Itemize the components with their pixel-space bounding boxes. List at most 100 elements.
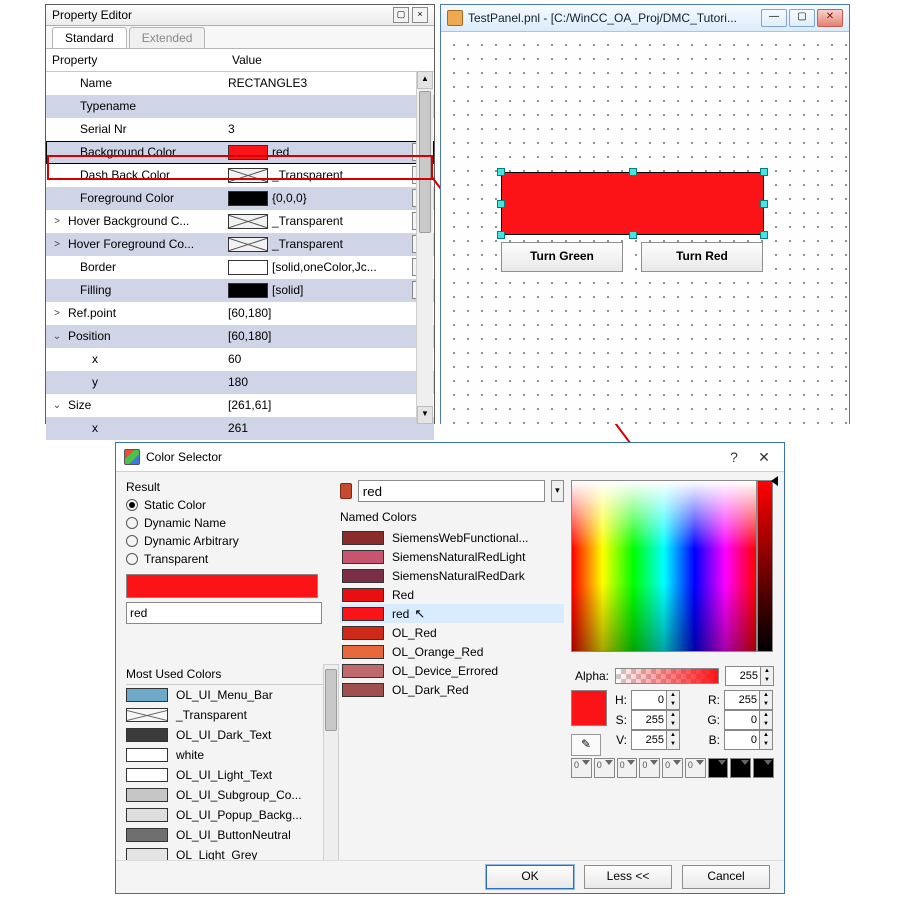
close-button[interactable]: ✕	[817, 9, 843, 27]
scroll-thumb[interactable]	[325, 669, 337, 731]
named-color-item[interactable]: SiemensNaturalRedLight	[340, 547, 564, 566]
most-used-scrollbar[interactable]	[323, 664, 339, 866]
named-color-item[interactable]: Red	[340, 585, 564, 604]
most-used-item[interactable]: OL_UI_ButtonNeutral	[126, 825, 326, 845]
resize-handle[interactable]	[629, 168, 637, 176]
property-row[interactable]: Dash Back Color_Transparent…	[46, 164, 434, 187]
named-color-item[interactable]: SiemensWebFunctional...	[340, 528, 564, 547]
named-color-item[interactable]: OL_Orange_Red	[340, 642, 564, 661]
result-name-input[interactable]	[126, 602, 322, 624]
most-used-item[interactable]: OL_UI_Popup_Backg...	[126, 805, 326, 825]
scroll-thumb[interactable]	[419, 91, 431, 233]
property-row[interactable]: ⌄Size[261,61]	[46, 394, 434, 417]
resize-handle[interactable]	[760, 168, 768, 176]
scroll-up-icon[interactable]: ▲	[417, 71, 433, 89]
eyedropper-button[interactable]: ✎	[571, 734, 601, 756]
named-color-item[interactable]: red↖	[340, 604, 564, 623]
turn-green-button[interactable]: Turn Green	[501, 242, 623, 272]
property-row[interactable]: Border[solid,oneColor,Jc...…	[46, 256, 434, 279]
property-value[interactable]: [solid]	[272, 283, 408, 297]
scroll-down-icon[interactable]: ▼	[417, 406, 433, 424]
resize-handle[interactable]	[497, 168, 505, 176]
property-row[interactable]: Filling[solid]…	[46, 279, 434, 302]
radio-static-color[interactable]: Static Color	[126, 498, 326, 512]
recent-slot[interactable]: 0	[639, 758, 660, 778]
resize-handle[interactable]	[497, 200, 505, 208]
property-editor-titlebar[interactable]: Property Editor ▢ ×	[46, 5, 434, 26]
alpha-input[interactable]	[725, 666, 761, 686]
property-value[interactable]: 180	[228, 375, 434, 389]
maximize-button[interactable]: ▢	[789, 9, 815, 27]
h-spinner[interactable]: ▲▼	[631, 690, 680, 710]
property-value[interactable]: RECTANGLE3	[228, 76, 434, 90]
recent-slot[interactable]	[730, 758, 751, 778]
recent-slot[interactable]: 0	[662, 758, 683, 778]
property-row[interactable]: NameRECTANGLE3	[46, 72, 434, 95]
resize-handle[interactable]	[760, 231, 768, 239]
property-value[interactable]: [solid,oneColor,Jc...	[272, 260, 408, 274]
property-scrollbar[interactable]: ▲ ▼	[416, 71, 433, 424]
color-spectrum[interactable]	[571, 480, 757, 652]
property-value[interactable]: [60,180]	[228, 306, 434, 320]
test-panel-titlebar[interactable]: TestPanel.pnl - [C:/WinCC_OA_Proj/DMC_Tu…	[441, 5, 849, 32]
column-property[interactable]: Property	[46, 53, 226, 67]
g-spinner[interactable]: ▲▼	[724, 710, 773, 730]
resize-handle[interactable]	[760, 200, 768, 208]
tab-extended[interactable]: Extended	[129, 27, 206, 48]
s-spinner[interactable]: ▲▼	[631, 710, 680, 730]
close-button[interactable]: ✕	[752, 449, 776, 466]
rectangle-shape[interactable]	[501, 172, 764, 235]
undock-icon[interactable]: ▢	[393, 7, 409, 23]
close-icon[interactable]: ×	[412, 7, 428, 23]
cancel-button[interactable]: Cancel	[682, 865, 770, 889]
property-value[interactable]: red	[272, 145, 408, 159]
property-value[interactable]: 60	[228, 352, 434, 366]
search-dropdown-button[interactable]: ▾	[551, 480, 564, 502]
property-value[interactable]: {0,0,0}	[272, 191, 408, 205]
color-selector-titlebar[interactable]: Color Selector ? ✕	[116, 443, 784, 472]
recent-slot[interactable]: 0	[571, 758, 592, 778]
most-used-item[interactable]: OL_UI_Menu_Bar	[126, 685, 326, 705]
color-search-input[interactable]	[358, 480, 545, 502]
property-row[interactable]: ⌄Position[60,180]	[46, 325, 434, 348]
named-color-item[interactable]: OL_Red	[340, 623, 564, 642]
recent-slot[interactable]	[753, 758, 774, 778]
alpha-spinner[interactable]: ▲▼	[725, 666, 774, 686]
less-button[interactable]: Less <<	[584, 865, 672, 889]
property-value[interactable]: [60,180]	[228, 329, 434, 343]
property-value[interactable]: _Transparent	[272, 168, 408, 182]
property-row[interactable]: Serial Nr3	[46, 118, 434, 141]
recent-slot[interactable]	[708, 758, 729, 778]
v-spinner[interactable]: ▲▼	[631, 730, 680, 750]
resize-handle[interactable]	[497, 231, 505, 239]
most-used-item[interactable]: OL_UI_Subgroup_Co...	[126, 785, 326, 805]
b-spinner[interactable]: ▲▼	[724, 730, 773, 750]
property-value[interactable]: [261,61]	[228, 398, 434, 412]
recent-slot[interactable]: 0	[617, 758, 638, 778]
property-row[interactable]: >Hover Background C..._Transparent…	[46, 210, 434, 233]
value-slider[interactable]	[757, 480, 773, 652]
tab-standard[interactable]: Standard	[52, 27, 127, 48]
named-color-item[interactable]: SiemensNaturalRedDark	[340, 566, 564, 585]
property-value[interactable]: 261	[228, 421, 434, 435]
property-value[interactable]: _Transparent	[272, 237, 408, 251]
panel-canvas[interactable]: Turn Green Turn Red	[441, 32, 849, 424]
radio-transparent[interactable]: Transparent	[126, 552, 326, 566]
resize-handle[interactable]	[629, 231, 637, 239]
ok-button[interactable]: OK	[486, 865, 574, 889]
property-value[interactable]: _Transparent	[272, 214, 408, 228]
r-spinner[interactable]: ▲▼	[724, 690, 773, 710]
value-slider-pointer[interactable]	[771, 476, 778, 486]
most-used-item[interactable]: _Transparent	[126, 705, 326, 725]
help-button[interactable]: ?	[722, 449, 746, 465]
alpha-slider[interactable]	[615, 668, 719, 684]
recent-slot[interactable]: 0	[685, 758, 706, 778]
recent-slot[interactable]: 0	[594, 758, 615, 778]
named-color-item[interactable]: OL_Dark_Red	[340, 680, 564, 699]
property-row[interactable]: x60	[46, 348, 434, 371]
property-row[interactable]: Background Colorred…	[46, 141, 434, 164]
property-row[interactable]: >Hover Foreground Co..._Transparent…	[46, 233, 434, 256]
column-value[interactable]: Value	[226, 53, 434, 67]
property-row[interactable]: y180	[46, 371, 434, 394]
most-used-item[interactable]: OL_UI_Light_Text	[126, 765, 326, 785]
